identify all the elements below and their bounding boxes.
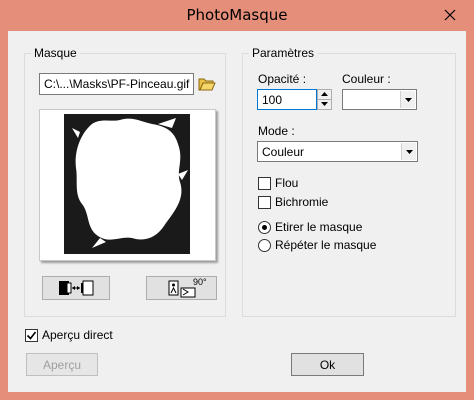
- bichromy-checkbox[interactable]: [258, 196, 271, 209]
- color-picker[interactable]: [342, 89, 417, 110]
- mask-group-label: Masque: [31, 46, 80, 60]
- dialog-body: Masque C:\...\Masks\PF-Pinceau.gif 90° P…: [8, 31, 466, 392]
- mask-image: [64, 114, 190, 254]
- repeat-mask-label[interactable]: Répéter le masque: [275, 238, 376, 252]
- stretch-mask-radio[interactable]: [258, 221, 271, 234]
- mask-group: Masque C:\...\Masks\PF-Pinceau.gif 90°: [24, 46, 226, 317]
- params-group: Paramètres Opacité : 100 Couleur : Mode …: [242, 46, 456, 317]
- open-folder-icon[interactable]: [197, 74, 217, 94]
- blur-checkbox[interactable]: [258, 177, 271, 190]
- preview-button[interactable]: Aperçu: [26, 353, 98, 376]
- swap-mask-button[interactable]: [42, 276, 110, 300]
- color-label: Couleur :: [342, 72, 391, 86]
- swap-icon: [59, 280, 94, 296]
- color-swatch: [345, 92, 397, 107]
- repeat-mask-radio[interactable]: [258, 239, 271, 252]
- blur-label[interactable]: Flou: [275, 176, 298, 190]
- stretch-mask-label[interactable]: Etirer le masque: [275, 220, 362, 234]
- chevron-down-icon[interactable]: [401, 143, 416, 160]
- spin-up-icon[interactable]: [318, 90, 331, 100]
- mask-preview: [39, 109, 216, 261]
- window-title: PhotoMasque: [186, 6, 288, 24]
- rotate-mask-button[interactable]: 90°: [146, 276, 217, 300]
- title-bar: PhotoMasque: [0, 0, 474, 31]
- live-preview-label[interactable]: Aperçu direct: [42, 328, 113, 342]
- mask-file-path-field[interactable]: C:\...\Masks\PF-Pinceau.gif: [39, 73, 194, 95]
- spin-down-icon[interactable]: [318, 100, 331, 110]
- chevron-down-icon[interactable]: [400, 91, 415, 108]
- radio-selected-dot: [262, 225, 267, 230]
- rotate-label: 90°: [193, 277, 207, 287]
- live-preview-checkbox[interactable]: [25, 329, 38, 342]
- bichromy-label[interactable]: Bichromie: [275, 195, 328, 209]
- close-icon[interactable]: [440, 5, 460, 25]
- mode-value: Couleur: [262, 145, 305, 159]
- mode-select[interactable]: Couleur: [257, 141, 418, 162]
- mode-label: Mode :: [258, 124, 295, 138]
- ok-button[interactable]: Ok: [291, 353, 364, 376]
- opacity-label: Opacité :: [258, 72, 307, 86]
- rotate-icon: [168, 280, 195, 298]
- checkmark-icon: [26, 331, 37, 340]
- params-group-label: Paramètres: [249, 46, 318, 60]
- opacity-spinner[interactable]: [317, 89, 332, 110]
- opacity-input[interactable]: 100: [257, 89, 317, 110]
